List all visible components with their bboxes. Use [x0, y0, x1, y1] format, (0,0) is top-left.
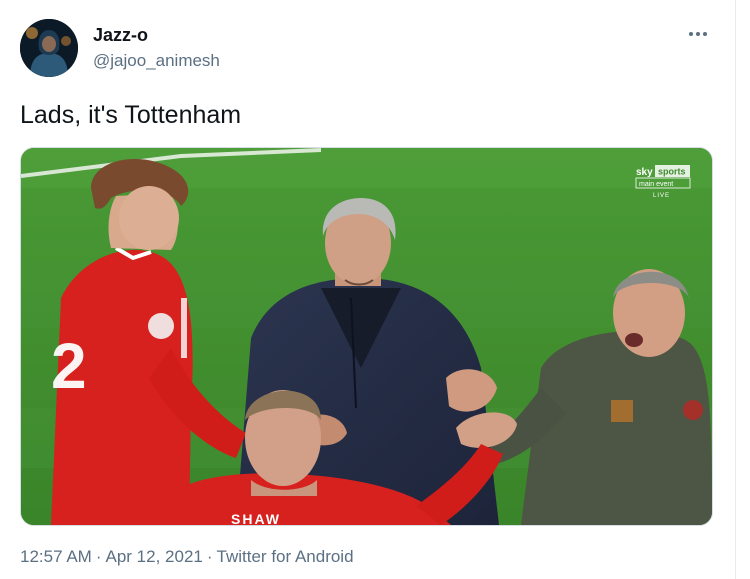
- tweet-media-image[interactable]: sky sports main event LIVE 2 SHAW: [20, 147, 713, 526]
- shirt-number: 2: [51, 330, 87, 402]
- more-horizontal-icon: [689, 32, 707, 36]
- frame-border: [735, 0, 736, 579]
- media-photo: sky sports main event LIVE 2 SHAW: [21, 148, 712, 525]
- broadcaster-live: LIVE: [653, 193, 670, 199]
- meta-separator: ·: [206, 547, 213, 566]
- tweet-card: Jazz-o @jajoo_animesh Lads, it's Tottenh…: [0, 0, 735, 579]
- tweet-text: Lads, it's Tottenham: [20, 101, 242, 129]
- tweet-date[interactable]: Apr 12, 2021: [106, 545, 203, 569]
- shirt-name: SHAW: [231, 511, 281, 525]
- broadcaster-brand: sky: [636, 167, 653, 178]
- avatar-image: [20, 19, 78, 77]
- tweet-source[interactable]: Twitter for Android: [217, 545, 354, 569]
- broadcaster-channel: sports: [658, 167, 686, 177]
- tweet-meta: 12:57 AM · Apr 12, 2021 · Twitter for Androi…: [20, 545, 354, 569]
- broadcaster-sub: main event: [639, 181, 673, 188]
- avatar[interactable]: [20, 19, 78, 77]
- display-name[interactable]: Jazz-o: [93, 24, 148, 46]
- meta-separator: ·: [95, 547, 102, 566]
- tweet-time[interactable]: 12:57 AM: [20, 545, 92, 569]
- more-options-button[interactable]: [684, 22, 712, 46]
- user-handle[interactable]: @jajoo_animesh: [93, 50, 220, 72]
